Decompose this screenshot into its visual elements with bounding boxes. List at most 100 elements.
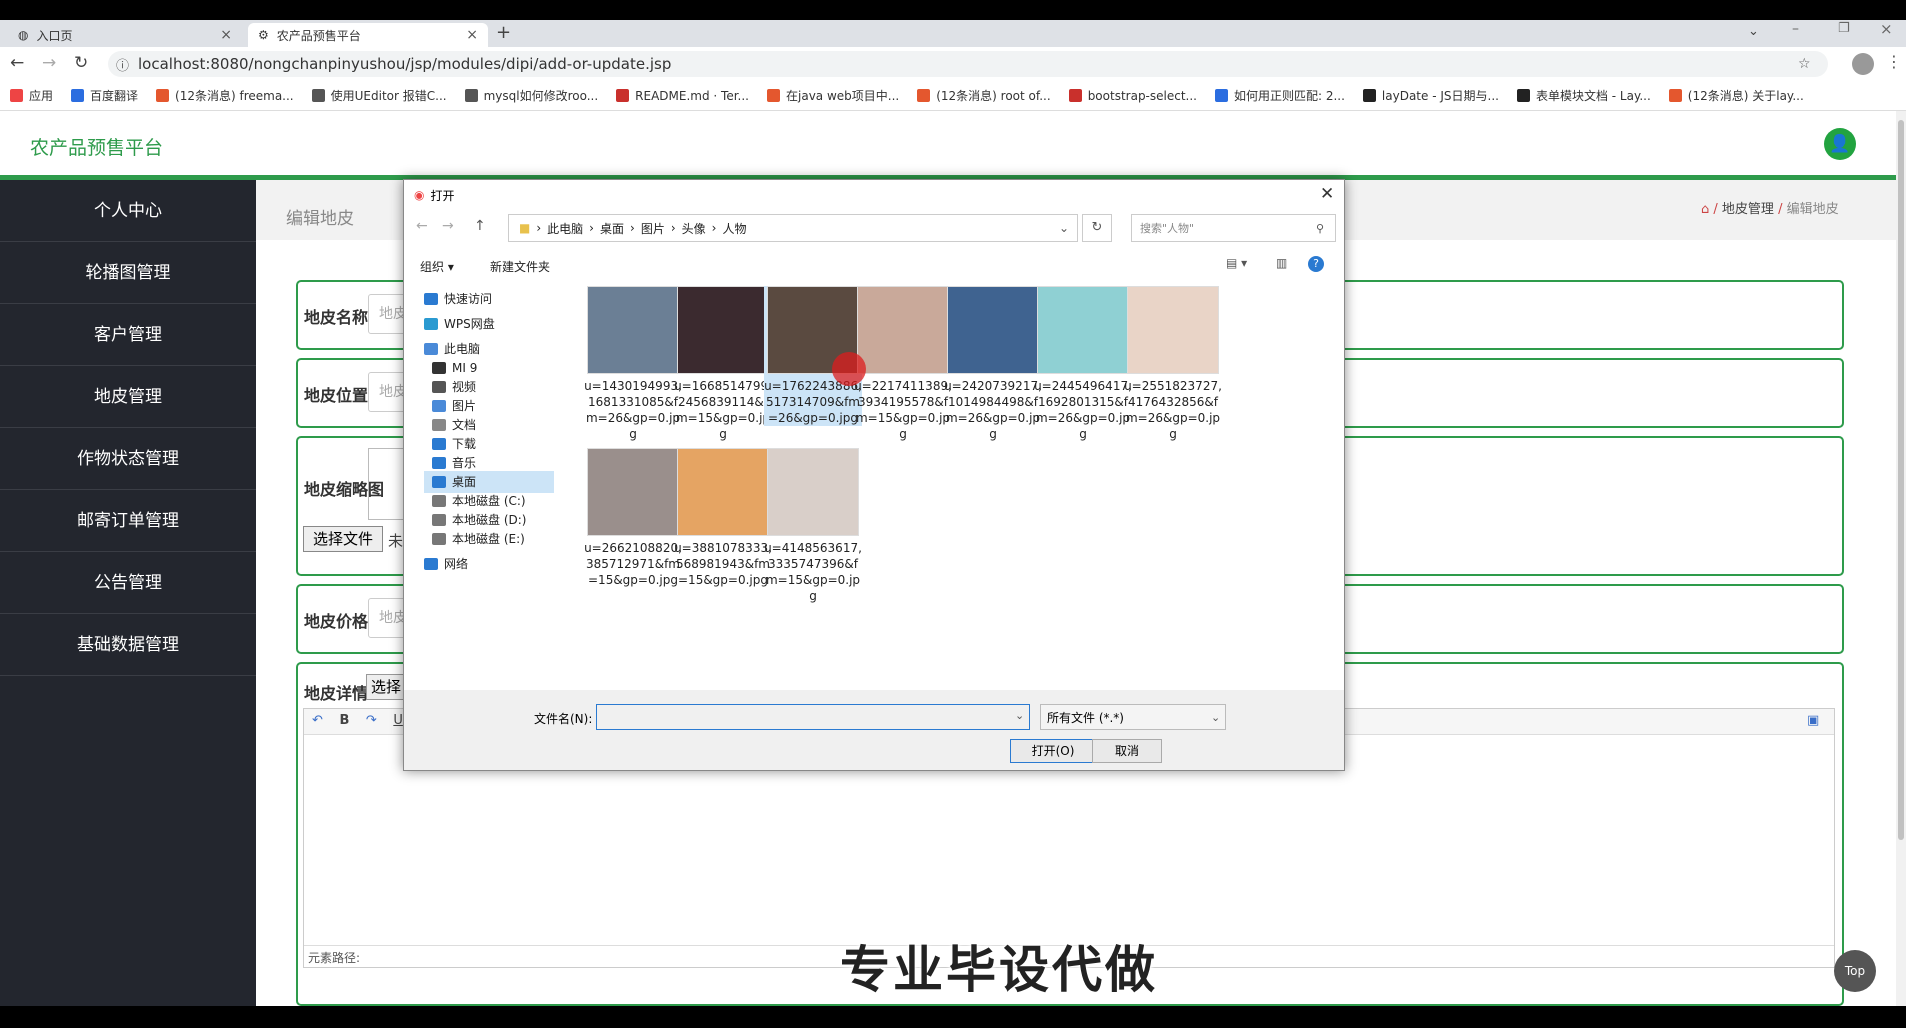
new-folder-button[interactable]: 新建文件夹 xyxy=(490,258,550,275)
sidebar-item-base-data[interactable]: 基础数据管理 xyxy=(0,614,256,676)
profile-icon[interactable] xyxy=(1852,53,1874,75)
dialog-refresh-icon[interactable]: ↻ xyxy=(1082,214,1112,242)
file-item[interactable]: u=2420739217,1014984498&fm=26&gp=0.jpg xyxy=(944,286,1042,442)
menu-icon[interactable]: ⋮ xyxy=(1886,52,1902,71)
bold-icon[interactable]: B xyxy=(339,713,349,728)
file-open-dialog: ◉ 打开 ✕ ← → ↑ ■ › 此电脑 › 桌面 › 图片 › 头像 › 人物 ⌄ ↻… xyxy=(403,179,1345,771)
cancel-button[interactable]: 取消 xyxy=(1092,739,1162,763)
dialog-back-icon[interactable]: ← xyxy=(416,218,428,234)
sidebar-item-carousel[interactable]: 轮播图管理 xyxy=(0,242,256,304)
scrollbar-thumb[interactable] xyxy=(1898,120,1904,840)
bookmark-label: (12条消息) freema... xyxy=(175,89,294,103)
bookmark-item[interactable]: 如何用正则匹配: 2... xyxy=(1214,87,1345,104)
bookmark-label: layDate - JS日期与... xyxy=(1381,89,1499,103)
bookmark-item[interactable]: 百度翻译 xyxy=(71,87,138,104)
home-icon[interactable]: ⌂ xyxy=(1701,202,1709,217)
bookmark-item[interactable]: (12条消息) 关于lay... xyxy=(1668,87,1804,104)
user-avatar-icon[interactable]: 👤 xyxy=(1824,128,1856,160)
file-name: u=1430194993,1681331085&fm=26&gp=0.jpg xyxy=(584,379,682,441)
file-item[interactable]: u=1668514799,2456839114&fm=15&gp=0.jpg xyxy=(674,286,772,442)
choose-file-button[interactable]: 选择文件 xyxy=(303,526,383,552)
underline-icon[interactable]: U xyxy=(393,713,403,728)
nav-pane-item[interactable]: 本地磁盘 (E:) xyxy=(432,528,525,550)
new-tab-icon[interactable]: + xyxy=(496,22,511,43)
nav-pane-label: 本地磁盘 (E:) xyxy=(452,532,525,546)
file-item[interactable]: u=3881078333,568981943&fm=15&gp=0.jpg xyxy=(674,448,772,588)
bookmark-item[interactable]: layDate - JS日期与... xyxy=(1362,87,1499,104)
redo-icon[interactable]: ↷ xyxy=(366,713,377,728)
breadcrumb-section[interactable]: 地皮管理 xyxy=(1722,202,1774,217)
detail-choose-button[interactable]: 选择 xyxy=(366,674,406,700)
path-segment[interactable]: 桌面 xyxy=(600,220,624,237)
maximize-icon[interactable]: ❐ xyxy=(1838,21,1850,36)
bookmark-item[interactable]: 在java web项目中... xyxy=(767,87,899,104)
path-bar[interactable]: ■ › 此电脑 › 桌面 › 图片 › 头像 › 人物 ⌄ xyxy=(508,214,1078,242)
bookmark-favicon-icon xyxy=(1668,89,1682,102)
minimize-icon[interactable]: – xyxy=(1792,21,1799,37)
fullscreen-icon[interactable]: ▣ xyxy=(1807,713,1819,728)
tab-platform[interactable]: ⚙ 农产品预售平台 × xyxy=(248,23,488,47)
path-segment[interactable]: 头像 xyxy=(682,220,706,237)
filename-input[interactable]: ⌄ xyxy=(596,704,1030,730)
help-icon[interactable]: ? xyxy=(1308,256,1324,272)
dialog-up-icon[interactable]: ↑ xyxy=(474,218,486,234)
bookmark-item[interactable]: mysql如何修改roo... xyxy=(464,87,598,104)
sidebar-item-land[interactable]: 地皮管理 xyxy=(0,366,256,428)
open-button[interactable]: 打开(O) xyxy=(1010,739,1096,763)
bookmark-item[interactable]: bootstrap-select... xyxy=(1068,88,1197,103)
bookmark-item[interactable]: 使用UEditor 报错C... xyxy=(311,87,447,104)
back-icon[interactable]: ← xyxy=(10,53,24,73)
path-segment[interactable]: 图片 xyxy=(641,220,665,237)
bookmark-label: 使用UEditor 报错C... xyxy=(330,89,447,103)
reload-icon[interactable]: ↻ xyxy=(74,53,88,73)
sidebar-item-crop-status[interactable]: 作物状态管理 xyxy=(0,428,256,490)
bookmark-item[interactable]: 表单模块文档 - Lay... xyxy=(1516,87,1651,104)
file-name: u=2420739217,1014984498&fm=26&gp=0.jpg xyxy=(944,379,1042,441)
path-segment[interactable]: 此电脑 xyxy=(547,220,583,237)
path-segment[interactable]: 人物 xyxy=(722,220,746,237)
close-icon[interactable]: × xyxy=(220,27,232,43)
tab-entry[interactable]: ◍ 入口页 × xyxy=(8,23,242,47)
forward-icon[interactable]: → xyxy=(42,53,56,73)
bookmark-item[interactable]: README.md · Ter... xyxy=(616,89,749,103)
preview-pane-icon[interactable]: ▥ xyxy=(1276,256,1287,270)
file-item[interactable]: u=1430194993,1681331085&fm=26&gp=0.jpg xyxy=(584,286,682,442)
file-type-select[interactable]: 所有文件 (*.*) ⌄ xyxy=(1040,704,1226,730)
bookmark-item[interactable]: 应用 xyxy=(10,87,53,104)
nav-pane-item[interactable]: WPS网盘 xyxy=(424,313,495,335)
settings-icon: ⚙ xyxy=(258,28,269,42)
nav-folder-icon xyxy=(432,419,446,431)
nav-pane-item[interactable]: 快速访问 xyxy=(424,288,492,310)
sidebar-item-profile[interactable]: 个人中心 xyxy=(0,180,256,242)
bookmark-item[interactable]: (12条消息) root of... xyxy=(917,87,1051,104)
path-dropdown-icon[interactable]: ⌄ xyxy=(1059,221,1069,235)
file-item[interactable]: u=2662108820,385712971&fm=15&gp=0.jpg xyxy=(584,448,682,588)
tab-search-icon[interactable]: ⌄ xyxy=(1748,24,1759,39)
dialog-close-icon[interactable]: ✕ xyxy=(1320,184,1334,204)
window-close-icon[interactable]: × xyxy=(1880,20,1893,38)
bookmark-label: (12条消息) 关于lay... xyxy=(1687,89,1804,103)
dialog-forward-icon[interactable]: → xyxy=(442,218,454,234)
tab-label: 农产品预售平台 xyxy=(276,28,361,43)
back-to-top-button[interactable]: Top xyxy=(1834,950,1876,992)
view-mode-icon[interactable]: ▤ ▾ xyxy=(1226,256,1247,270)
file-item[interactable]: u=2217411389,3934195578&fm=15&gp=0.jpg xyxy=(854,286,952,442)
file-item[interactable]: u=2445496417,1692801315&fm=26&gp=0.jpg xyxy=(1034,286,1132,442)
name-label: 地皮名称 xyxy=(304,308,369,327)
close-icon[interactable]: × xyxy=(466,27,478,43)
organize-menu[interactable]: 组织 ▾ xyxy=(420,258,454,275)
sidebar-item-notices[interactable]: 公告管理 xyxy=(0,552,256,614)
bookmark-star-icon[interactable]: ☆ xyxy=(1798,56,1811,72)
sidebar-item-customers[interactable]: 客户管理 xyxy=(0,304,256,366)
undo-icon[interactable]: ↶ xyxy=(312,713,323,728)
file-item[interactable]: u=2551823727,4176432856&fm=26&gp=0.jpg xyxy=(1124,286,1222,442)
nav-pane-item[interactable]: 网络 xyxy=(424,553,468,575)
dialog-search-input[interactable]: 搜索"人物" ⚲ xyxy=(1131,214,1336,242)
sidebar-item-mail-orders[interactable]: 邮寄订单管理 xyxy=(0,490,256,552)
file-thumbnail xyxy=(1037,286,1129,374)
filename-dropdown-icon[interactable]: ⌄ xyxy=(1015,709,1024,722)
file-item[interactable]: u=4148563617,3335747396&fm=15&gp=0.jpg xyxy=(764,448,862,604)
bookmark-item[interactable]: (12条消息) freema... xyxy=(156,87,294,104)
url-field[interactable]: ⓘ localhost:8080/nongchanpinyushou/jsp/m… xyxy=(108,51,1828,77)
bookmark-label: bootstrap-select... xyxy=(1087,88,1197,103)
